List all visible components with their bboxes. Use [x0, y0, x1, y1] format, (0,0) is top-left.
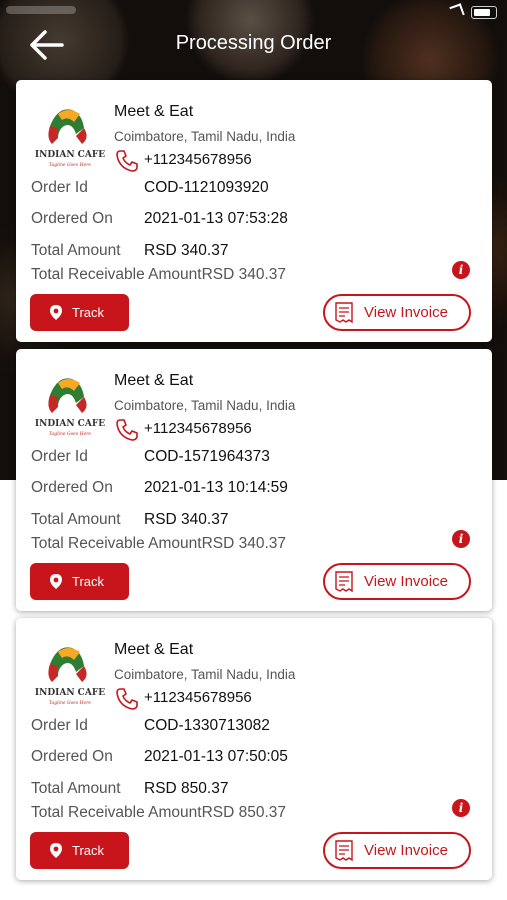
info-icon[interactable]: i [452, 530, 470, 548]
restaurant-location: Coimbatore, Tamil Nadu, India [114, 129, 296, 144]
order-card: INDIAN CAFE Tagline Goes Here Meet & Eat… [16, 349, 492, 611]
order-id-value: COD-1330713082 [144, 717, 270, 734]
order-card: INDIAN CAFE Tagline Goes Here Meet & Eat… [16, 618, 492, 880]
total-amount-label: Total Amount [31, 242, 121, 259]
receipt-icon [335, 840, 353, 862]
ordered-on-label: Ordered On [31, 748, 113, 765]
phone-icon[interactable] [114, 417, 140, 443]
order-id-label: Order Id [31, 448, 88, 465]
phone-icon[interactable] [114, 686, 140, 712]
info-icon[interactable]: i [452, 799, 470, 817]
total-receivable-label: Total Receivable Amount [31, 804, 202, 821]
restaurant-location: Coimbatore, Tamil Nadu, India [114, 398, 296, 413]
total-receivable-label: Total Receivable Amount [31, 266, 202, 283]
total-amount-value: RSD 850.37 [144, 780, 229, 797]
view-invoice-button[interactable]: View Invoice [323, 294, 471, 331]
track-button[interactable]: Track [30, 832, 129, 869]
receipt-icon [335, 571, 353, 593]
restaurant-logo: INDIAN CAFE Tagline Goes Here [28, 104, 112, 174]
order-id-label: Order Id [31, 717, 88, 734]
restaurant-logo: INDIAN CAFE Tagline Goes Here [28, 373, 112, 443]
svg-text:INDIAN CAFE: INDIAN CAFE [35, 150, 105, 160]
view-invoice-label: View Invoice [364, 304, 448, 321]
track-button[interactable]: Track [30, 294, 129, 331]
restaurant-name: Meet & Eat [114, 641, 194, 658]
carrier-signal [6, 6, 76, 14]
location-arrow-icon [449, 3, 465, 19]
total-receivable: Total Receivable AmountRSD 340.37 [31, 266, 286, 284]
svg-text:INDIAN CAFE: INDIAN CAFE [35, 688, 105, 698]
total-receivable-value: RSD 850.37 [201, 804, 287, 821]
svg-text:Tagline Goes Here: Tagline Goes Here [49, 162, 92, 168]
view-invoice-label: View Invoice [364, 842, 448, 859]
total-receivable-value: RSD 340.37 [201, 535, 287, 552]
ordered-on-value: 2021-01-13 10:14:59 [144, 479, 288, 496]
total-amount-label: Total Amount [31, 780, 121, 797]
svg-text:Tagline Goes Here: Tagline Goes Here [49, 431, 92, 437]
restaurant-phone[interactable]: +112345678956 [144, 420, 252, 437]
app-header: Processing Order [0, 22, 507, 68]
ordered-on-label: Ordered On [31, 210, 113, 227]
order-card: INDIAN CAFE Tagline Goes Here Meet & Eat… [16, 80, 492, 342]
total-receivable: Total Receivable AmountRSD 340.37 [31, 535, 286, 553]
order-list: INDIAN CAFE Tagline Goes Here Meet & Eat… [14, 80, 494, 887]
restaurant-name: Meet & Eat [114, 372, 194, 389]
view-invoice-button[interactable]: View Invoice [323, 832, 471, 869]
status-bar [0, 0, 507, 22]
total-amount-value: RSD 340.37 [144, 242, 229, 259]
map-pin-icon [50, 843, 62, 858]
track-label: Track [72, 305, 105, 320]
svg-text:Tagline Goes Here: Tagline Goes Here [49, 700, 92, 706]
view-invoice-label: View Invoice [364, 573, 448, 590]
ordered-on-value: 2021-01-13 07:50:05 [144, 748, 288, 765]
track-label: Track [72, 843, 105, 858]
ordered-on-label: Ordered On [31, 479, 113, 496]
page-title: Processing Order [175, 32, 332, 54]
order-id-label: Order Id [31, 179, 88, 196]
map-pin-icon [50, 574, 62, 589]
total-amount-label: Total Amount [31, 511, 121, 528]
restaurant-phone[interactable]: +112345678956 [144, 689, 252, 706]
total-receivable-value: RSD 340.37 [201, 266, 287, 283]
receipt-icon [335, 302, 353, 324]
order-id-value: COD-1571964373 [144, 448, 270, 465]
restaurant-phone[interactable]: +112345678956 [144, 151, 252, 168]
restaurant-logo: INDIAN CAFE Tagline Goes Here [28, 642, 112, 712]
phone-icon[interactable] [114, 148, 140, 174]
total-receivable-label: Total Receivable Amount [31, 535, 202, 552]
map-pin-icon [50, 305, 62, 320]
total-amount-value: RSD 340.37 [144, 511, 229, 528]
view-invoice-button[interactable]: View Invoice [323, 563, 471, 600]
total-receivable: Total Receivable AmountRSD 850.37 [31, 804, 286, 822]
info-icon[interactable]: i [452, 261, 470, 279]
svg-text:INDIAN CAFE: INDIAN CAFE [35, 419, 105, 429]
restaurant-name: Meet & Eat [114, 103, 194, 120]
track-label: Track [72, 574, 105, 589]
track-button[interactable]: Track [30, 563, 129, 600]
restaurant-location: Coimbatore, Tamil Nadu, India [114, 667, 296, 682]
order-id-value: COD-1121093920 [144, 179, 269, 196]
ordered-on-value: 2021-01-13 07:53:28 [144, 210, 288, 227]
battery-icon [471, 6, 497, 19]
